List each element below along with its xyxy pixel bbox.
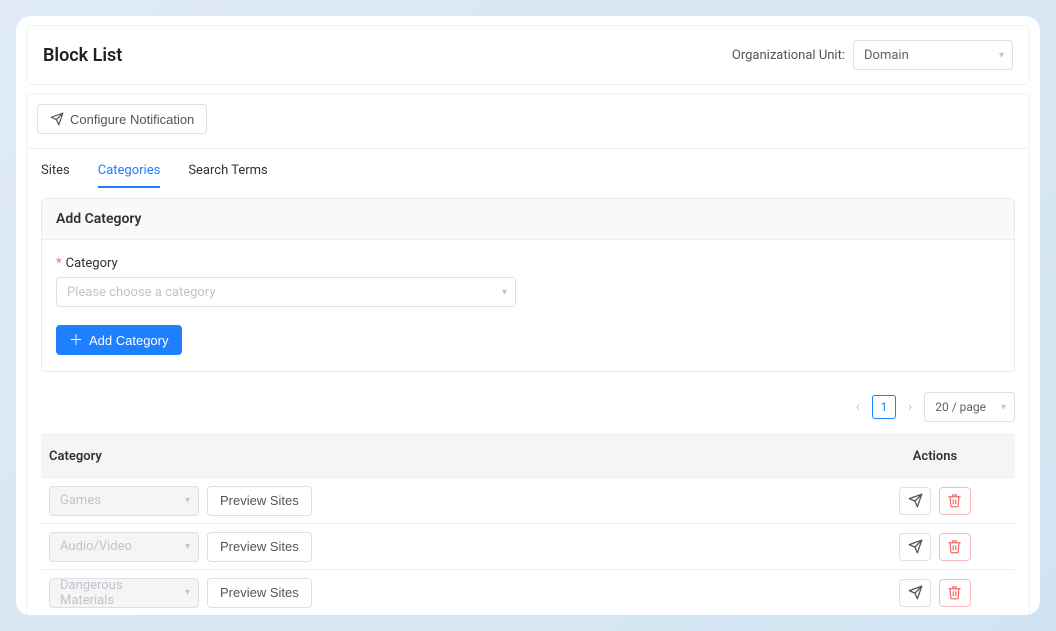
org-unit-label: Organizational Unit: (732, 48, 845, 63)
delete-row-button[interactable] (939, 579, 971, 607)
page-title: Block List (43, 45, 122, 66)
send-icon (908, 539, 923, 554)
tab-categories[interactable]: Categories (98, 163, 161, 188)
page-prev-button[interactable]: ‹ (852, 397, 864, 417)
required-asterisk: * (56, 256, 62, 271)
categories-table: Category Actions Games ▾ Preview Sites (41, 434, 1015, 615)
category-select[interactable]: Please choose a category ▾ (56, 277, 516, 307)
row-category-value: Audio/Video (60, 539, 132, 554)
tab-search-terms[interactable]: Search Terms (188, 163, 267, 188)
table-header: Category Actions (41, 434, 1015, 478)
category-select-placeholder: Please choose a category (67, 285, 215, 300)
chevron-down-icon: ▾ (1001, 402, 1006, 413)
preview-sites-button[interactable]: Preview Sites (207, 486, 312, 516)
org-unit-picker: Organizational Unit: Domain ▾ (732, 40, 1013, 70)
send-icon (908, 585, 923, 600)
chevron-down-icon: ▾ (185, 495, 190, 506)
chevron-down-icon: ▾ (185, 587, 190, 598)
col-actions-header: Actions (913, 449, 958, 464)
row-category-select[interactable]: Dangerous Materials ▾ (49, 578, 199, 608)
tabs: Sites Categories Search Terms (27, 149, 1029, 188)
add-category-panel: Add Category *Category Please choose a c… (41, 198, 1015, 372)
row-category-value: Dangerous Materials (60, 578, 170, 608)
chevron-down-icon: ▾ (999, 50, 1004, 61)
add-category-button-label: Add Category (89, 333, 169, 348)
main-content: Configure Notification Sites Categories … (26, 93, 1030, 615)
table-body: Games ▾ Preview Sites Audio/Video ▾ Prev… (41, 478, 1015, 615)
add-category-heading: Add Category (42, 199, 1014, 240)
preview-sites-button[interactable]: Preview Sites (207, 532, 312, 562)
add-category-button[interactable]: ＋ Add Category (56, 325, 182, 355)
plus-icon: ＋ (69, 333, 83, 347)
tab-sites[interactable]: Sites (41, 163, 70, 188)
notify-row-button[interactable] (899, 579, 931, 607)
notify-row-button[interactable] (899, 487, 931, 515)
send-icon (50, 112, 64, 126)
page-number[interactable]: 1 (872, 395, 896, 419)
configure-notification-button[interactable]: Configure Notification (37, 104, 207, 134)
trash-icon (947, 539, 962, 554)
org-unit-value: Domain (864, 48, 909, 63)
chevron-down-icon: ▾ (185, 541, 190, 552)
notify-row-button[interactable] (899, 533, 931, 561)
chevron-down-icon: ▾ (502, 287, 507, 298)
row-category-select[interactable]: Audio/Video ▾ (49, 532, 199, 562)
category-field-label: *Category (56, 256, 1000, 271)
page-header: Block List Organizational Unit: Domain ▾ (26, 25, 1030, 85)
preview-sites-label: Preview Sites (220, 493, 299, 508)
table-row: Games ▾ Preview Sites (41, 478, 1015, 524)
preview-sites-label: Preview Sites (220, 539, 299, 554)
table-row: Audio/Video ▾ Preview Sites (41, 524, 1015, 570)
table-row: Dangerous Materials ▾ Preview Sites (41, 570, 1015, 615)
org-unit-select[interactable]: Domain ▾ (853, 40, 1013, 70)
page-size-label: 20 / page (935, 400, 986, 414)
page-next-button[interactable]: › (904, 397, 916, 417)
delete-row-button[interactable] (939, 533, 971, 561)
col-category-header: Category (49, 449, 102, 464)
configure-notification-label: Configure Notification (70, 112, 194, 127)
delete-row-button[interactable] (939, 487, 971, 515)
row-category-value: Games (60, 493, 101, 508)
pagination: ‹ 1 › 20 / page ▾ (27, 372, 1029, 430)
page-size-select[interactable]: 20 / page ▾ (924, 392, 1015, 422)
trash-icon (947, 585, 962, 600)
trash-icon (947, 493, 962, 508)
preview-sites-button[interactable]: Preview Sites (207, 578, 312, 608)
send-icon (908, 493, 923, 508)
preview-sites-label: Preview Sites (220, 585, 299, 600)
row-category-select[interactable]: Games ▾ (49, 486, 199, 516)
